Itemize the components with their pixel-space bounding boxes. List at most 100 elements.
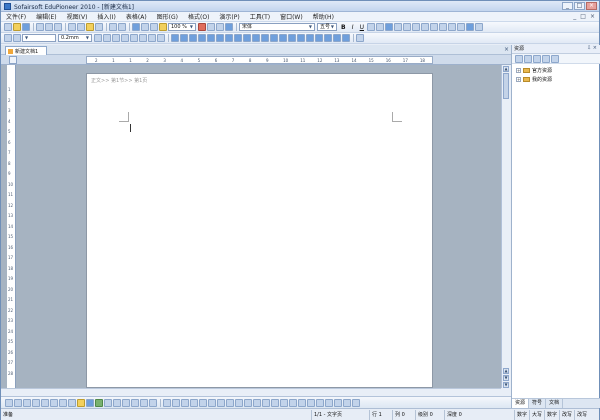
- print-icon[interactable]: [36, 23, 44, 31]
- new-icon[interactable]: [4, 23, 12, 31]
- indent-icon[interactable]: [438, 23, 447, 31]
- tool-icon[interactable]: [280, 398, 288, 407]
- close-panel-icon[interactable]: ×: [593, 45, 597, 51]
- panel-search-icon[interactable]: [542, 54, 550, 63]
- italic-button[interactable]: I: [349, 23, 357, 31]
- highlight-tool-icon[interactable]: [77, 398, 85, 407]
- color-icon[interactable]: [198, 23, 206, 31]
- tool-icon[interactable]: [113, 398, 121, 407]
- position-icon[interactable]: [279, 34, 287, 42]
- cut-icon[interactable]: [68, 23, 76, 31]
- properties-icon[interactable]: [342, 34, 350, 42]
- align-left-icon[interactable]: [393, 23, 402, 31]
- undo-icon[interactable]: [109, 23, 117, 31]
- send-back-icon[interactable]: [243, 34, 251, 42]
- menu-help[interactable]: 帮助(H): [308, 12, 339, 21]
- page-down-icon[interactable]: ▼: [503, 375, 509, 381]
- help-icon[interactable]: [225, 23, 233, 31]
- tool-icon[interactable]: [262, 398, 270, 407]
- tool-icon[interactable]: [334, 398, 342, 407]
- textbox-icon[interactable]: [148, 34, 156, 42]
- page-up-icon[interactable]: ▲: [503, 368, 509, 374]
- font-color-icon[interactable]: [384, 23, 393, 31]
- bring-front-icon[interactable]: [234, 34, 242, 42]
- tool-icon[interactable]: [59, 398, 67, 407]
- list-icon[interactable]: [429, 23, 438, 31]
- grid-toggle-icon[interactable]: [333, 34, 341, 42]
- horizontal-scrollbar[interactable]: [1, 388, 501, 396]
- arrow-icon[interactable]: [94, 34, 102, 42]
- tool-icon[interactable]: [104, 398, 112, 407]
- frame-icon[interactable]: [150, 23, 158, 31]
- menu-present[interactable]: 演示(P): [214, 12, 244, 21]
- horizontal-ruler[interactable]: 2 1 1 2 3 4 5 6 7 8 9 10 11 12 13 14 15 16 17 18: [86, 56, 433, 64]
- tool-icon[interactable]: [352, 398, 360, 407]
- tool-icon[interactable]: [140, 398, 148, 407]
- superscript-icon[interactable]: [366, 23, 375, 31]
- pointer-icon[interactable]: [4, 34, 12, 42]
- rectangle-icon[interactable]: [130, 34, 138, 42]
- tree-item-mine[interactable]: + 我的资源: [516, 76, 552, 83]
- dash-icon[interactable]: [103, 34, 111, 42]
- tool-icon[interactable]: [226, 398, 234, 407]
- align-center-icon[interactable]: [402, 23, 411, 31]
- arrange-icon[interactable]: [171, 34, 179, 42]
- tool-icon[interactable]: [131, 398, 139, 407]
- maximize-button[interactable]: □: [574, 2, 585, 10]
- mdi-close-button[interactable]: ×: [590, 13, 595, 20]
- menu-table[interactable]: 表格(A): [121, 12, 152, 21]
- subscript-icon[interactable]: [375, 23, 384, 31]
- line-spacing-icon[interactable]: [474, 23, 483, 31]
- tool-icon[interactable]: [298, 398, 306, 407]
- lock-icon[interactable]: [252, 34, 260, 42]
- distribute-icon[interactable]: [225, 34, 233, 42]
- copy-icon[interactable]: [77, 23, 85, 31]
- ellipse-icon[interactable]: [139, 34, 147, 42]
- paragraph-icon[interactable]: [207, 23, 215, 31]
- document-tab[interactable]: 新建文档1: [5, 46, 47, 55]
- tool-icon[interactable]: [163, 398, 171, 407]
- shadow-icon[interactable]: [112, 34, 120, 42]
- tool-icon[interactable]: [235, 398, 243, 407]
- panel-refresh-icon[interactable]: [551, 54, 559, 63]
- tool-icon[interactable]: [325, 398, 333, 407]
- document-workspace[interactable]: 1 2 3 4 5 6 7 8 9 10 11 12 13 14 15 16 17 18 19 20 21 22 23 24 2…: [1, 65, 501, 388]
- shape-tool-icon[interactable]: [86, 398, 94, 407]
- tool-icon[interactable]: [32, 398, 40, 407]
- tool-icon[interactable]: [199, 398, 207, 407]
- panel-back-icon[interactable]: [515, 54, 523, 63]
- tool-icon[interactable]: [289, 398, 297, 407]
- tool-icon[interactable]: [271, 398, 279, 407]
- save-icon[interactable]: [22, 23, 30, 31]
- more-tools-icon[interactable]: [356, 34, 364, 42]
- fill-icon[interactable]: [121, 34, 129, 42]
- table-icon[interactable]: [132, 23, 140, 31]
- line-width-select[interactable]: 0.2mm ▼: [58, 34, 92, 42]
- anchor-icon[interactable]: [306, 34, 314, 42]
- tool-icon[interactable]: [172, 398, 180, 407]
- tree-item-official[interactable]: + 官方资源: [516, 67, 552, 74]
- outdent-icon[interactable]: [447, 23, 456, 31]
- rotate-icon[interactable]: [198, 34, 206, 42]
- border-icon[interactable]: [456, 23, 465, 31]
- ungroup-icon[interactable]: [189, 34, 197, 42]
- guides-icon[interactable]: [324, 34, 332, 42]
- underline-button[interactable]: U: [358, 23, 366, 31]
- size-icon[interactable]: [270, 34, 278, 42]
- vertical-ruler[interactable]: 1 2 3 4 5 6 7 8 9 10 11 12 13 14 15 16 17 18 19 20 21 22 23 24 2…: [7, 65, 16, 388]
- tool-icon[interactable]: [181, 398, 189, 407]
- menu-format[interactable]: 格式(O): [183, 12, 214, 21]
- font-size-select[interactable]: 五号 ▼: [317, 23, 337, 31]
- tool-icon[interactable]: [14, 398, 22, 407]
- open-folder-icon[interactable]: [13, 23, 21, 31]
- wordart-icon[interactable]: [157, 34, 165, 42]
- zoom-select[interactable]: 100 % ▼: [168, 23, 196, 31]
- grid-icon[interactable]: [141, 23, 149, 31]
- snap-icon[interactable]: [315, 34, 323, 42]
- format-icon[interactable]: [216, 23, 224, 31]
- expand-icon[interactable]: +: [516, 77, 521, 82]
- line-icon[interactable]: [13, 34, 21, 42]
- crop-icon[interactable]: [288, 34, 296, 42]
- line-style-select[interactable]: ▼: [22, 34, 56, 42]
- close-document-icon[interactable]: ×: [504, 46, 509, 53]
